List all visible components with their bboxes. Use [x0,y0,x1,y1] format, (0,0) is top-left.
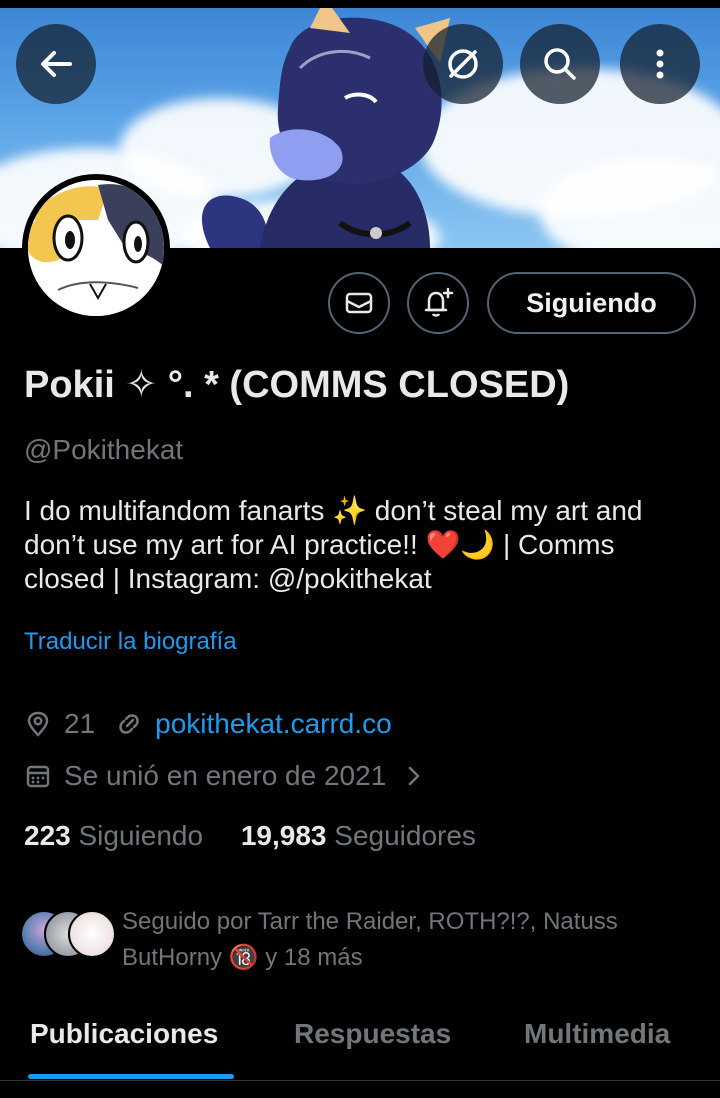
profile-bio: I do multifandom fanarts ✨ don’t steal m… [24,495,643,594]
following-label: Siguiendo [78,820,204,851]
profile-meta-location-website: 21 pokithekat.carrd.co [24,708,392,740]
calendar-icon [24,762,52,790]
tab-respuestas[interactable]: Respuestas [294,1018,451,1050]
profile-avatar[interactable] [22,174,170,322]
following-stat[interactable]: 223 Siguiendo [24,820,203,851]
profile-tabs: Publicaciones Respuestas Multimedia [0,1008,720,1080]
active-tab-indicator [28,1074,234,1079]
following-count: 223 [24,820,71,851]
followers-label: Seguidores [334,820,476,851]
tab-publicaciones[interactable]: Publicaciones [30,1018,218,1050]
following-button[interactable]: Siguiendo [487,272,696,334]
followed-by-section[interactable]: Seguido por Tarr the Raider, ROTH?!?, Na… [20,904,710,974]
more-vertical-icon [656,49,664,79]
translate-bio-link[interactable]: Traducir la biografía [24,628,237,656]
status-strip [0,0,720,8]
eye-slash-icon [448,49,478,79]
arrow-left-icon [41,51,72,77]
tabs-divider [0,1080,720,1081]
avatar-image [28,180,164,316]
chevron-right-icon [400,762,428,790]
more-options-button[interactable] [620,24,700,104]
followers-stat[interactable]: 19,983 Seguidores [241,820,476,851]
location-pin-icon [24,710,52,738]
back-button[interactable] [16,24,96,104]
tab-multimedia[interactable]: Multimedia [524,1018,670,1050]
mail-icon [345,292,373,314]
followed-by-text: Seguido por Tarr the Raider, ROTH?!?, Na… [122,908,618,971]
profile-name: Pokii ✧ °. * (COMMS CLOSED) [24,364,570,406]
search-icon [544,48,576,80]
hide-banner-button[interactable] [423,24,503,104]
message-button[interactable] [328,272,390,334]
website-link[interactable]: pokithekat.carrd.co [155,708,392,740]
profile-handle: @Pokithekat [24,434,184,465]
notifications-button[interactable] [407,272,469,334]
follower-avatar [68,910,116,958]
location-text: 21 [64,708,96,739]
follow-stats: 223 Siguiendo 19,983 Seguidores [24,820,476,852]
followers-count: 19,983 [240,820,327,851]
bell-plus-icon [424,287,454,317]
joined-text: Se unió en enero de 2021 [64,760,387,791]
search-button[interactable] [520,24,600,104]
avatar-illustration [28,180,164,316]
profile-joined-row[interactable]: Se unió en enero de 2021 [24,760,440,792]
link-icon [115,710,143,738]
